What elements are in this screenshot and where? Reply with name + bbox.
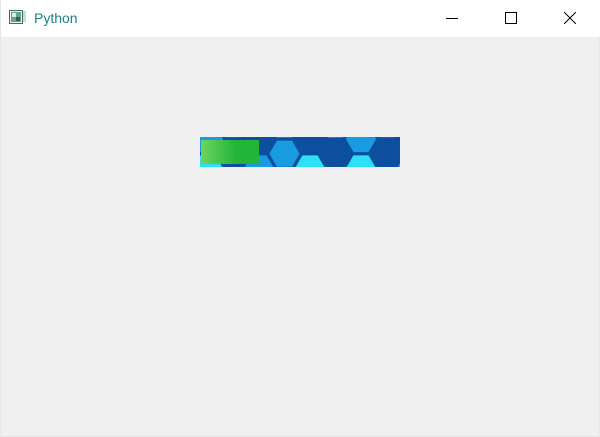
- close-button[interactable]: [547, 0, 593, 37]
- progress-bar: [200, 137, 400, 167]
- close-icon: [564, 12, 576, 24]
- title-bar[interactable]: Python: [1, 0, 600, 37]
- client-area: [1, 37, 600, 437]
- maximize-button[interactable]: [488, 0, 534, 37]
- progress-fill-rect: [201, 140, 259, 164]
- main-window: Python: [0, 0, 600, 437]
- python-app-icon: [9, 10, 26, 24]
- minimize-icon: [446, 18, 458, 19]
- maximize-icon: [505, 12, 517, 24]
- progress-fill: [200, 137, 260, 167]
- minimize-button[interactable]: [429, 0, 475, 37]
- window-title: Python: [34, 10, 78, 26]
- progress-fill-chunk: [201, 140, 259, 164]
